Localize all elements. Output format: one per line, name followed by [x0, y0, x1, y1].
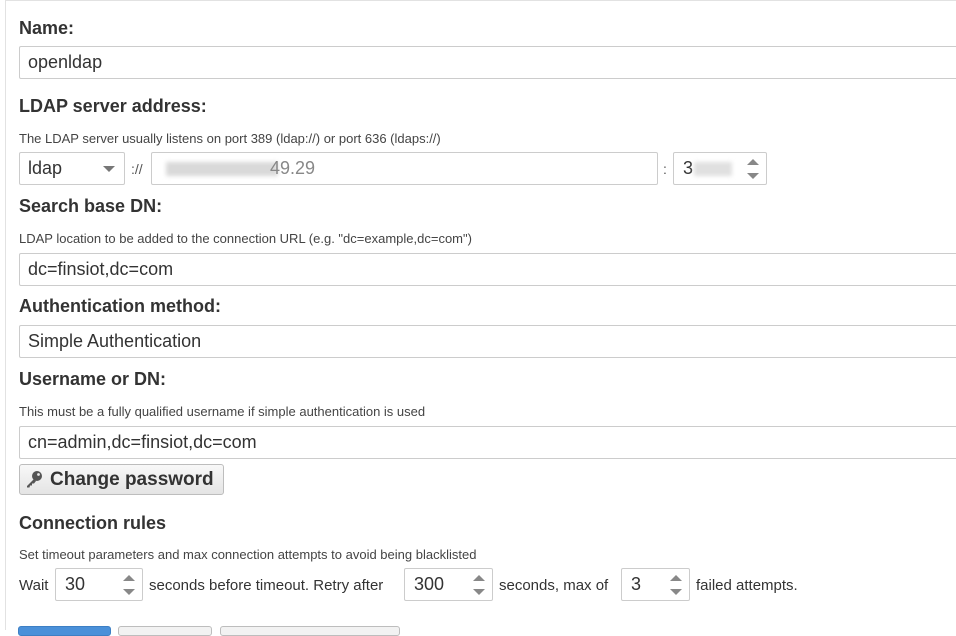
base-dn-hint: LDAP location to be added to the connect…	[19, 231, 472, 246]
timeout-value: 30	[65, 574, 86, 594]
protocol-select[interactable]: ldap	[19, 152, 125, 185]
key-icon	[27, 471, 42, 488]
port-input[interactable]: 3	[673, 152, 767, 185]
port-separator: :	[663, 161, 667, 177]
server-address-label: LDAP server address:	[19, 96, 207, 116]
attempts-text: failed attempts.	[696, 577, 798, 594]
arrow-up-icon	[670, 575, 682, 581]
change-password-button[interactable]: Change password	[19, 464, 224, 495]
base-dn-label: Search base DN:	[19, 196, 163, 216]
host-visible-text: 49.29	[270, 158, 316, 178]
redacted-port	[694, 162, 732, 176]
name-label: Name:	[19, 18, 75, 38]
protocol-separator: ://	[131, 161, 143, 177]
username-hint: This must be a fully qualified username …	[19, 404, 426, 419]
username-label: Username or DN:	[19, 369, 167, 389]
auth-method-select[interactable]: Simple Authentication	[19, 325, 956, 358]
protocol-value: ldap	[28, 158, 63, 178]
arrow-up-icon	[473, 575, 485, 581]
secondary-button[interactable]	[118, 626, 212, 636]
server-address-hint: The LDAP server usually listens on port …	[19, 131, 441, 146]
connection-rules-hint: Set timeout parameters and max connectio…	[19, 547, 477, 562]
arrow-up-icon	[747, 159, 759, 165]
redacted-host	[166, 162, 278, 176]
arrow-down-icon	[747, 173, 759, 179]
arrow-down-icon	[123, 589, 135, 595]
wait-text: Wait	[19, 577, 49, 594]
retry-value: 300	[414, 574, 445, 594]
host-input[interactable]: 49.29	[151, 152, 658, 185]
port-value: 3	[683, 158, 694, 178]
arrow-down-icon	[670, 589, 682, 595]
arrow-up-icon	[123, 575, 135, 581]
port-stepper[interactable]	[747, 159, 759, 179]
test-connection-button[interactable]	[220, 626, 400, 636]
retry-input[interactable]: 300	[404, 568, 493, 601]
name-input[interactable]: openldap	[19, 46, 956, 79]
retry-text: seconds, max of	[499, 577, 609, 594]
arrow-down-icon	[473, 589, 485, 595]
attempts-input[interactable]: 3	[621, 568, 690, 601]
auth-method-label: Authentication method:	[19, 296, 221, 316]
save-button[interactable]	[18, 626, 111, 636]
timeout-text: seconds before timeout. Retry after	[149, 577, 384, 594]
attempts-stepper[interactable]	[670, 575, 682, 595]
username-input[interactable]: cn=admin,dc=finsiot,dc=com	[19, 426, 956, 459]
attempts-value: 3	[631, 574, 642, 594]
timeout-input[interactable]: 30	[55, 568, 143, 601]
connection-rules-label: Connection rules	[19, 513, 167, 533]
chevron-down-icon	[103, 166, 115, 172]
timeout-stepper[interactable]	[123, 575, 135, 595]
retry-stepper[interactable]	[473, 575, 485, 595]
base-dn-input[interactable]: dc=finsiot,dc=com	[19, 253, 956, 286]
change-password-label: Change password	[50, 469, 214, 490]
